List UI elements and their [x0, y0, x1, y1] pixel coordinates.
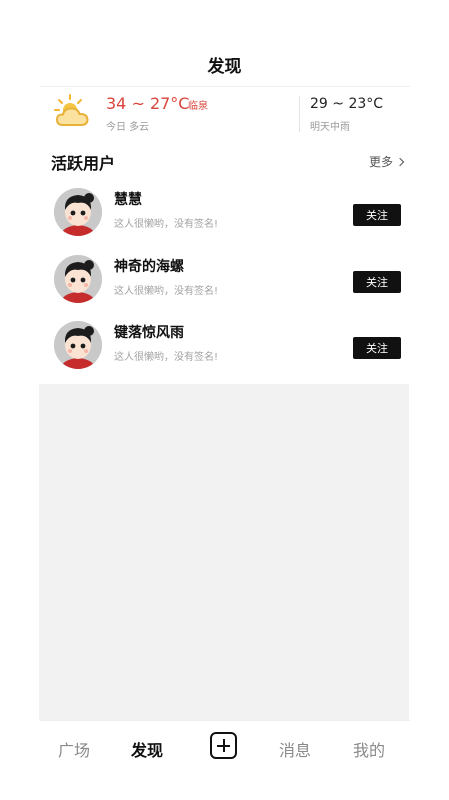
tab-plaza[interactable]: 广场: [58, 737, 90, 761]
page-title: 发现: [207, 57, 242, 77]
discover-screen: 发现 34 ~ 27°C 临泉 今日 多云 29 ~ 23°C 明天中雨 活跃用…: [0, 0, 449, 800]
follow-button[interactable]: 关注: [353, 204, 401, 226]
user-signature: 这人很懒哟，没有签名!: [114, 352, 219, 363]
more-label: 更多: [369, 155, 394, 169]
cartoon-avatar-icon: [54, 321, 102, 369]
tomorrow-condition: 明天中雨: [310, 122, 350, 133]
cartoon-avatar-icon: [54, 188, 102, 236]
content-area: [39, 384, 409, 720]
follow-button[interactable]: 关注: [353, 271, 401, 293]
bottom-tab-bar: 广场 发现 消息 我的: [40, 720, 410, 775]
tab-discover[interactable]: 发现: [131, 737, 163, 761]
user-name: 神奇的海螺: [114, 259, 184, 275]
user-row[interactable]: 慧慧 这人很懒哟，没有签名! 关注: [40, 188, 410, 248]
user-signature: 这人很懒哟，没有签名!: [114, 219, 219, 230]
tab-messages[interactable]: 消息: [279, 737, 311, 761]
section-title-active-users: 活跃用户: [51, 154, 116, 173]
partly-cloudy-icon: [54, 94, 89, 126]
plus-square-icon[interactable]: [210, 732, 237, 759]
weather-divider: [299, 96, 300, 132]
avatar[interactable]: [54, 255, 102, 303]
chevron-right-icon: [395, 157, 405, 166]
city-name: 临泉: [188, 101, 208, 112]
tab-mine[interactable]: 我的: [353, 737, 385, 761]
header-divider: [40, 86, 410, 87]
user-name: 键落惊风雨: [114, 325, 184, 341]
avatar[interactable]: [54, 188, 102, 236]
user-signature: 这人很懒哟，没有签名!: [114, 286, 219, 297]
user-row[interactable]: 神奇的海螺 这人很懒哟，没有签名! 关注: [40, 255, 410, 315]
avatar[interactable]: [54, 321, 102, 369]
tomorrow-temperature: 29 ~ 23°C: [310, 96, 384, 112]
cartoon-avatar-icon: [54, 255, 102, 303]
more-users-link[interactable]: 更多: [369, 153, 405, 170]
user-name: 慧慧: [114, 192, 142, 208]
today-condition: 今日 多云: [106, 122, 150, 133]
user-row[interactable]: 键落惊风雨 这人很懒哟，没有签名! 关注: [40, 321, 410, 381]
follow-button[interactable]: 关注: [353, 337, 401, 359]
weather-card[interactable]: 34 ~ 27°C 临泉 今日 多云 29 ~ 23°C 明天中雨: [40, 92, 410, 138]
today-temperature: 34 ~ 27°C: [106, 94, 190, 113]
